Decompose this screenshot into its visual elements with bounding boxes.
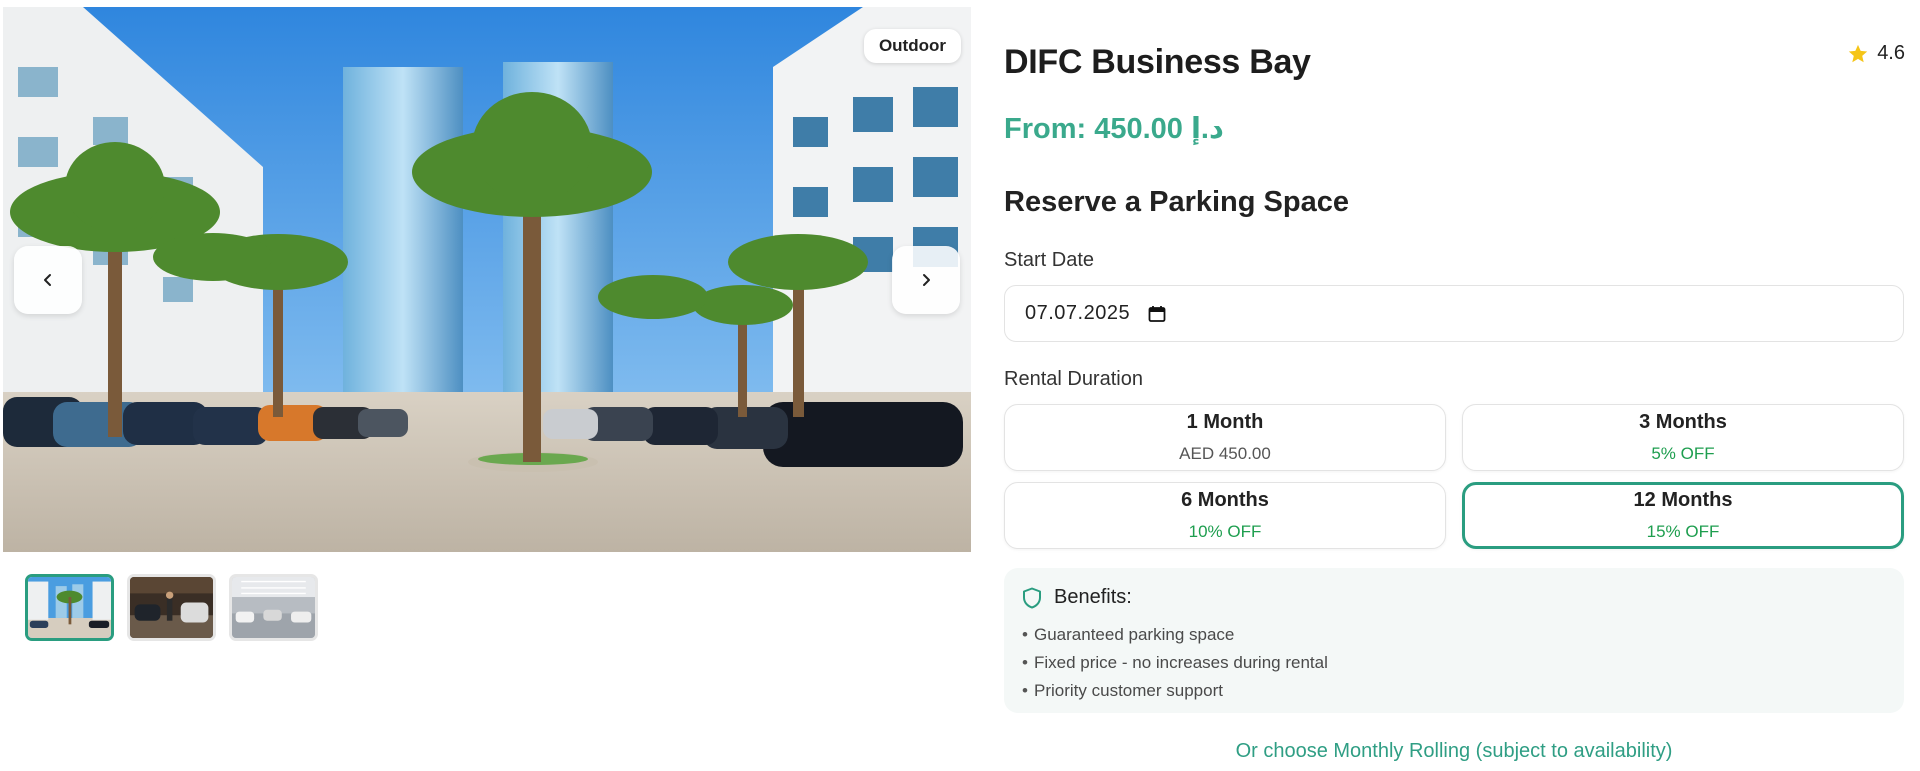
duration-option-6-months[interactable]: 6 Months 10% OFF <box>1004 482 1446 549</box>
main-photo <box>3 7 971 552</box>
duration-option-1-month[interactable]: 1 Month AED 450.00 <box>1004 404 1446 471</box>
duration-name: 12 Months <box>1633 489 1733 511</box>
benefit-item: • Priority customer support <box>1022 681 1223 700</box>
duration-options: 1 Month AED 450.00 3 Months 5% OFF 6 Mon… <box>1004 404 1904 549</box>
rental-duration-label: Rental Duration <box>1004 368 1143 390</box>
reserve-heading: Reserve a Parking Space <box>1004 186 1349 218</box>
rating-value: 4.6 <box>1877 42 1905 64</box>
duration-option-12-months[interactable]: 12 Months 15% OFF <box>1462 482 1904 549</box>
shield-icon <box>1023 587 1041 608</box>
duration-name: 1 Month <box>1186 411 1264 433</box>
price-from: From: 450.00 د.إ <box>1004 113 1224 145</box>
duration-discount: 10% OFF <box>1188 522 1262 541</box>
next-image-button[interactable] <box>892 246 960 314</box>
rating: 4.6 <box>1847 42 1905 65</box>
location-type-badge: Outdoor <box>863 29 961 63</box>
thumbnail-2[interactable] <box>127 574 216 641</box>
benefits-box: Benefits: • Guaranteed parking space • Fix… <box>1004 568 1904 713</box>
previous-image-button[interactable] <box>14 246 82 314</box>
thumbnail-strip <box>25 574 318 641</box>
thumbnail-3[interactable] <box>229 574 318 641</box>
duration-name: 6 Months <box>1181 489 1269 511</box>
star-icon <box>1849 44 1868 62</box>
start-date-label: Start Date <box>1004 249 1095 271</box>
start-date-input[interactable]: 07.07.2025 <box>1004 285 1904 342</box>
duration-discount: 5% OFF <box>1651 444 1715 463</box>
duration-price: AED 450.00 <box>1179 444 1271 463</box>
booking-panel: DIFC Business Bay 4.6 From: 450.00 د.إ R… <box>1004 0 1905 771</box>
benefit-item: • Guaranteed parking space <box>1022 625 1235 644</box>
monthly-rolling-link[interactable]: Or choose Monthly Rolling (subject to av… <box>1004 740 1904 763</box>
duration-discount: 15% OFF <box>1646 522 1720 541</box>
duration-name: 3 Months <box>1639 411 1727 433</box>
image-gallery: Outdoor <box>3 7 971 552</box>
benefits-heading: Benefits: <box>1054 586 1132 608</box>
chevron-right-icon <box>923 274 930 286</box>
benefit-item: • Fixed price - no increases during renta… <box>1022 653 1328 672</box>
calendar-icon[interactable] <box>1148 305 1166 323</box>
chevron-left-icon <box>44 274 51 286</box>
thumbnail-1[interactable] <box>25 574 114 641</box>
listing-title: DIFC Business Bay <box>1004 43 1311 81</box>
start-date-value: 07.07.2025 <box>1025 302 1131 324</box>
duration-option-3-months[interactable]: 3 Months 5% OFF <box>1462 404 1904 471</box>
